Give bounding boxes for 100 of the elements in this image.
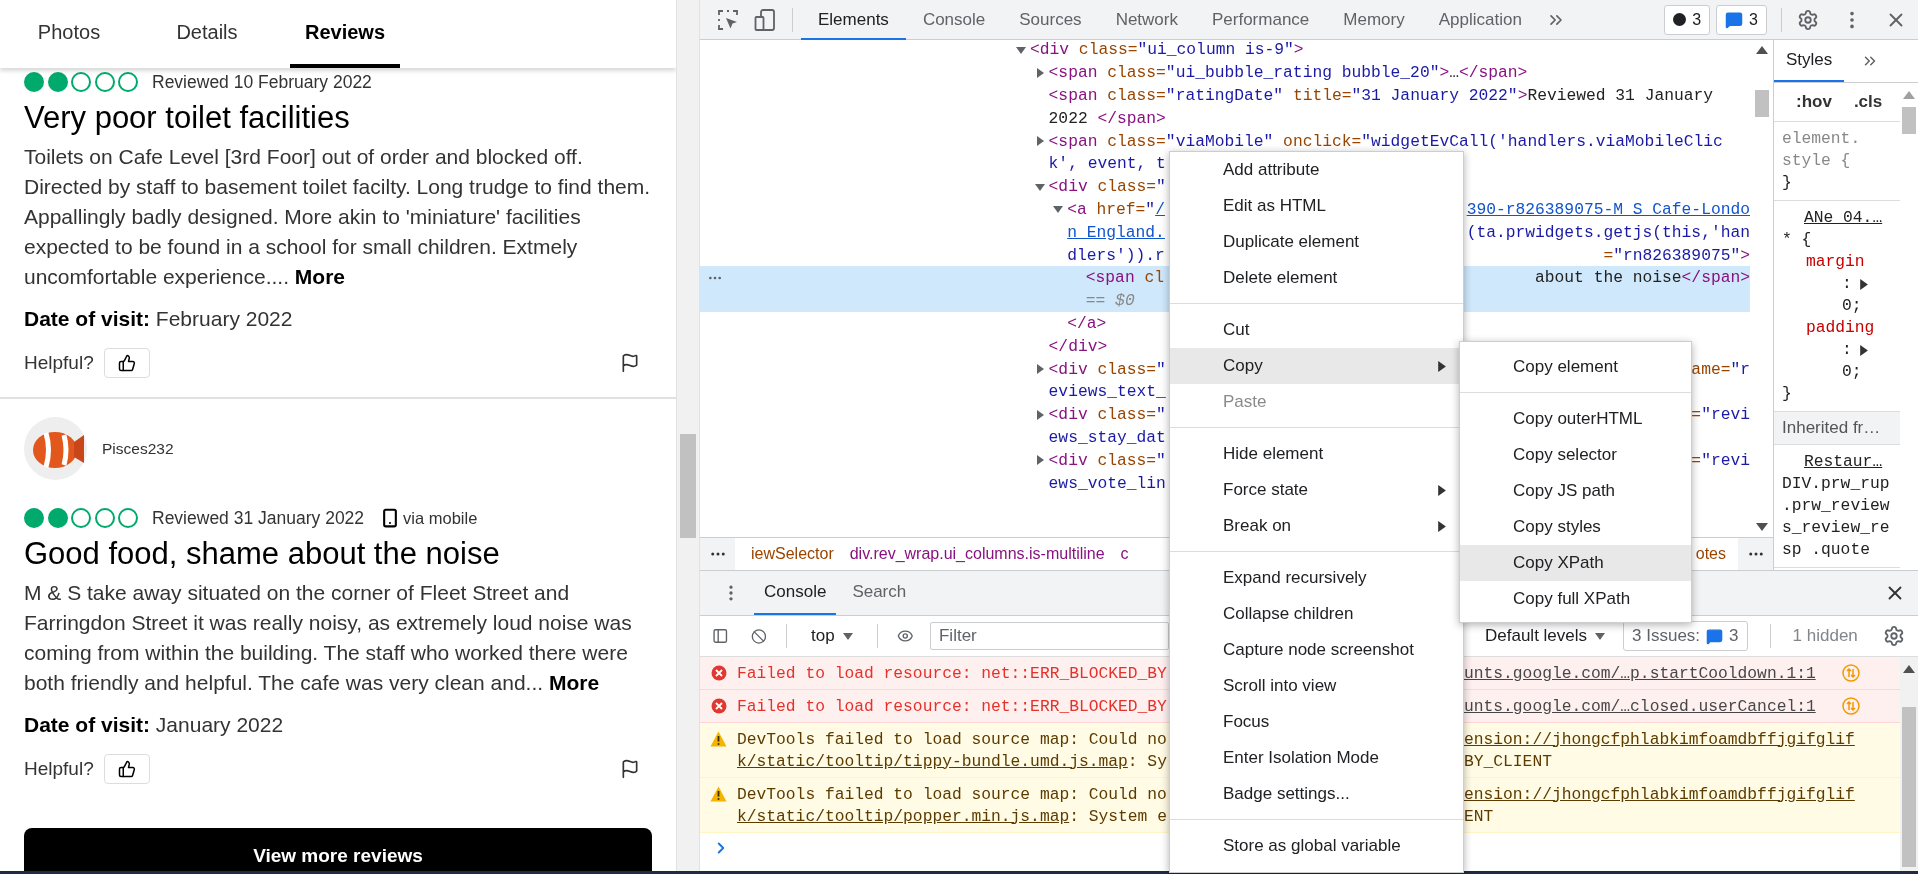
menu-item[interactable]: Duplicate element [1170,224,1463,260]
scrollbar[interactable] [676,0,700,871]
expand-arrow-icon[interactable] [1034,181,1045,192]
username[interactable]: Pisces232 [102,439,174,458]
menu-item[interactable]: Focus [1170,704,1463,740]
expand-arrow-icon[interactable] [1053,204,1064,215]
issues-button[interactable]: 3 Issues: 3 [1623,621,1748,651]
menu-item[interactable]: Break on [1170,508,1463,544]
link[interactable]: 390-r826389075-M_S_Cafe-Londo [1466,199,1750,219]
styles-tab[interactable]: Styles [1774,40,1845,82]
menu-item[interactable]: Copy JS path [1460,473,1691,509]
devtools-tab[interactable]: Sources [1002,0,1099,40]
rating-bubble [47,72,68,92]
link[interactable]: unts.google.com/…closed.userCancel:1 [1464,696,1816,716]
breadcrumb[interactable]: otes [1695,545,1726,563]
caret-icon[interactable] [842,631,853,641]
link[interactable]: unts.google.com/…p.startCooldown.1:1 [1464,663,1816,683]
menu-item[interactable]: Force state [1170,472,1463,508]
expand-arrow-icon[interactable] [1034,455,1045,466]
devtools-tab[interactable]: Performance [1195,0,1327,40]
menu-item[interactable]: Copy full XPath [1460,581,1691,617]
avatar[interactable] [24,417,87,480]
scroll-down-icon[interactable] [1755,523,1768,531]
rating-bubble [24,508,44,528]
source-link[interactable]: Restaur… [1774,451,1883,473]
link[interactable]: ension://jhongcfphlabkimfoamdbffjgifglif [1464,784,1855,804]
link[interactable]: ension://jhongcfphlabkimfoamdbffjgifglif [1464,729,1855,749]
more-link[interactable]: More [294,265,345,288]
breadcrumb[interactable]: iewSelector [751,545,834,563]
scrollbar-thumb[interactable] [1902,107,1916,134]
review-title[interactable]: Very poor toilet facilities [24,101,652,135]
expand-arrow-icon[interactable] [1034,67,1045,78]
page-tab[interactable]: Photos [14,0,124,68]
scrollbar-thumb[interactable] [680,434,696,538]
scrollbar-thumb[interactable] [1754,90,1769,117]
expand-arrow-icon[interactable] [1034,409,1045,420]
hover-state-toggle[interactable]: :hov [1796,92,1832,112]
scrollbar[interactable] [1900,657,1918,871]
menu-item[interactable]: Collapse children [1170,596,1463,632]
devtools-tab[interactable]: Network [1098,0,1195,40]
page-tab[interactable]: Reviews [290,0,400,68]
filter-field[interactable]: Filter [930,622,1169,650]
link[interactable]: k/static/tooltip/tippy-bundle.umd.js.map [737,751,1128,771]
scroll-up-icon[interactable] [1755,46,1768,54]
review-title[interactable]: Good food, shame about the noise [24,537,652,571]
scroll-up-icon[interactable] [1903,665,1915,673]
menu-item[interactable]: Add attribute [1170,152,1463,188]
menu-item[interactable]: Copy styles [1460,509,1691,545]
view-more-reviews-button[interactable]: View more reviews [24,828,652,871]
caret-icon[interactable] [1595,631,1606,641]
link[interactable]: / [1155,199,1165,219]
menu-item[interactable]: Capture node screenshot [1170,632,1463,668]
message-count-badge[interactable]: 3 [1716,4,1767,35]
class-toggle[interactable]: .cls [1853,92,1883,112]
thumbs-up-button[interactable] [103,754,150,784]
devtools-tab[interactable]: Console [905,0,1003,40]
expand-arrow-icon[interactable] [1857,278,1869,290]
menu-item[interactable]: Copy selector [1460,437,1691,473]
menu-item[interactable]: Expand recursively [1170,560,1463,596]
expand-arrow-icon[interactable] [1034,364,1045,375]
style-line: element. [1781,128,1861,150]
breadcrumb[interactable]: c [1120,545,1129,563]
style-line: 0; [1841,361,1862,383]
menu-item[interactable]: Edit as HTML [1170,188,1463,224]
link[interactable]: k/static/tooltip/popper.min.js.map [737,806,1070,826]
drawer-tab[interactable]: Console [754,571,837,615]
link[interactable]: n_England. [1067,222,1165,242]
menu-item[interactable]: Hide element [1170,436,1463,472]
source-link[interactable]: ANe_04.… [1774,207,1883,229]
devtools-tab[interactable]: Memory [1326,0,1422,40]
devtools-tab[interactable]: Elements [801,0,906,40]
submenu-arrow-icon[interactable] [1436,484,1447,496]
expand-arrow-icon[interactable] [1857,344,1869,356]
menu-item[interactable]: Copy XPath [1460,545,1691,581]
menu-item[interactable]: Enter Isolation Mode [1170,740,1463,776]
menu-item[interactable]: Copy outerHTML [1460,401,1691,437]
more-link[interactable]: More [548,671,600,694]
flag-icon[interactable] [620,759,640,779]
thumbs-up-button[interactable] [103,348,150,378]
breadcrumb[interactable]: div.rev_wrap.ui_columns.is-multiline [849,545,1105,563]
devtools-tab[interactable]: Application [1421,0,1539,40]
expand-arrow-icon[interactable] [1016,44,1026,55]
page-tab[interactable]: Details [152,0,262,68]
submenu-arrow-icon[interactable] [1436,360,1447,372]
code-line: <div class="ui_column is-9"> [1030,40,1304,60]
context-selector[interactable]: top [807,626,857,646]
error-count-badge[interactable]: 3 [1664,4,1711,35]
expand-arrow-icon[interactable] [1034,136,1045,147]
menu-item[interactable]: Store as global variable [1170,828,1463,864]
menu-item[interactable]: Delete element [1170,260,1463,296]
menu-item[interactable]: Scroll into view [1170,668,1463,704]
flag-icon[interactable] [620,353,640,373]
menu-item[interactable]: Cut [1170,312,1463,348]
menu-item[interactable]: Badge settings... [1170,776,1463,812]
log-levels-dropdown[interactable]: Default levels [1481,626,1610,646]
scrollbar-thumb[interactable] [1902,707,1916,867]
visit-date: Date of visit: January 2022 [24,712,285,738]
submenu-arrow-icon[interactable] [1436,520,1447,532]
menu-item[interactable]: Copy element [1460,349,1691,385]
drawer-tab[interactable]: Search [842,571,917,615]
